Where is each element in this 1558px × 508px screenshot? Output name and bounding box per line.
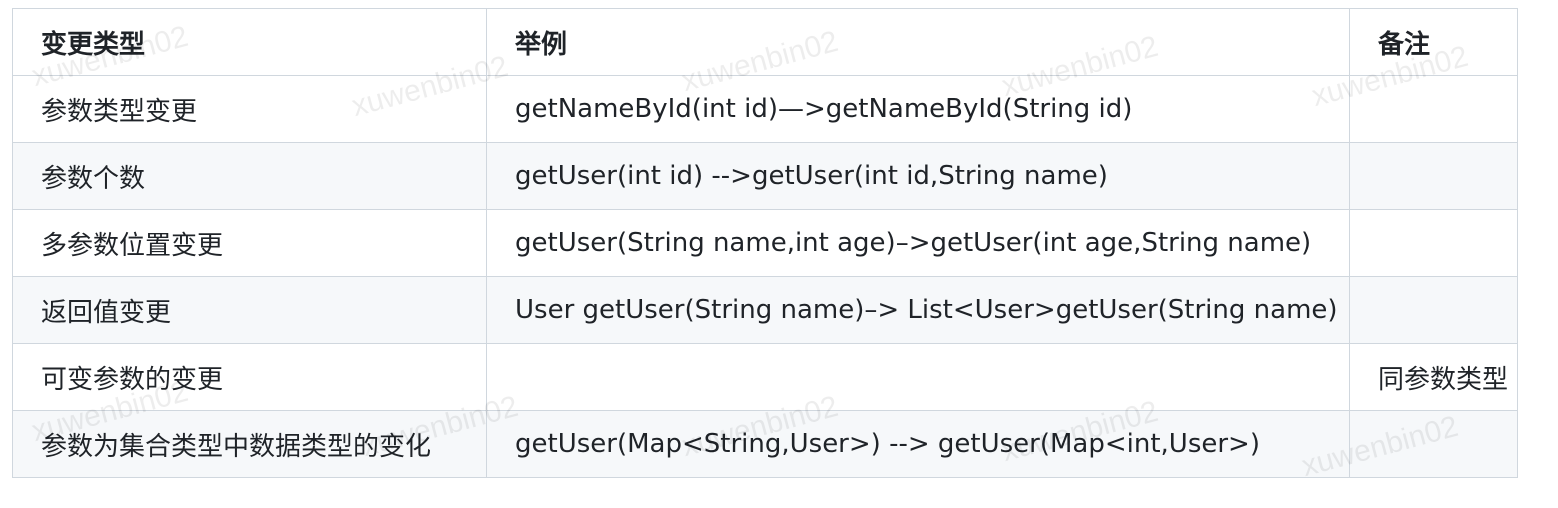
cell-example: User getUser(String name)–> List<User>ge… bbox=[486, 276, 1350, 344]
cell-example bbox=[486, 343, 1350, 411]
cell-example: getNameById(int id)—>getNameById(String … bbox=[486, 75, 1350, 143]
header-example: 举例 bbox=[486, 8, 1350, 76]
cell-remark bbox=[1349, 209, 1518, 277]
cell-remark bbox=[1349, 410, 1518, 478]
cell-change-type: 参数个数 bbox=[12, 142, 487, 210]
cell-remark bbox=[1349, 142, 1518, 210]
header-remark: 备注 bbox=[1349, 8, 1518, 76]
cell-remark bbox=[1349, 75, 1518, 143]
cell-remark bbox=[1349, 276, 1518, 344]
cell-change-type: 返回值变更 bbox=[12, 276, 487, 344]
cell-change-type: 参数为集合类型中数据类型的变化 bbox=[12, 410, 487, 478]
header-change-type: 变更类型 bbox=[12, 8, 487, 76]
table-row: 返回值变更 User getUser(String name)–> List<U… bbox=[12, 276, 1518, 344]
cell-remark: 同参数类型 bbox=[1349, 343, 1518, 411]
cell-change-type: 参数类型变更 bbox=[12, 75, 487, 143]
table-header-row: 变更类型 举例 备注 bbox=[12, 8, 1518, 76]
change-type-table-container: 变更类型 举例 备注 参数类型变更 getNameById(int id)—>g… bbox=[12, 8, 1518, 478]
table-row: 可变参数的变更 同参数类型 bbox=[12, 343, 1518, 411]
table-row: 参数类型变更 getNameById(int id)—>getNameById(… bbox=[12, 75, 1518, 143]
cell-example: getUser(String name,int age)–>getUser(in… bbox=[486, 209, 1350, 277]
table-row: 参数个数 getUser(int id) -->getUser(int id,S… bbox=[12, 142, 1518, 210]
cell-example: getUser(Map<String,User>) --> getUser(Ma… bbox=[486, 410, 1350, 478]
table-row: 参数为集合类型中数据类型的变化 getUser(Map<String,User>… bbox=[12, 410, 1518, 478]
cell-change-type: 多参数位置变更 bbox=[12, 209, 487, 277]
cell-change-type: 可变参数的变更 bbox=[12, 343, 487, 411]
change-type-table: 变更类型 举例 备注 参数类型变更 getNameById(int id)—>g… bbox=[12, 8, 1518, 478]
table-row: 多参数位置变更 getUser(String name,int age)–>ge… bbox=[12, 209, 1518, 277]
cell-example: getUser(int id) -->getUser(int id,String… bbox=[486, 142, 1350, 210]
